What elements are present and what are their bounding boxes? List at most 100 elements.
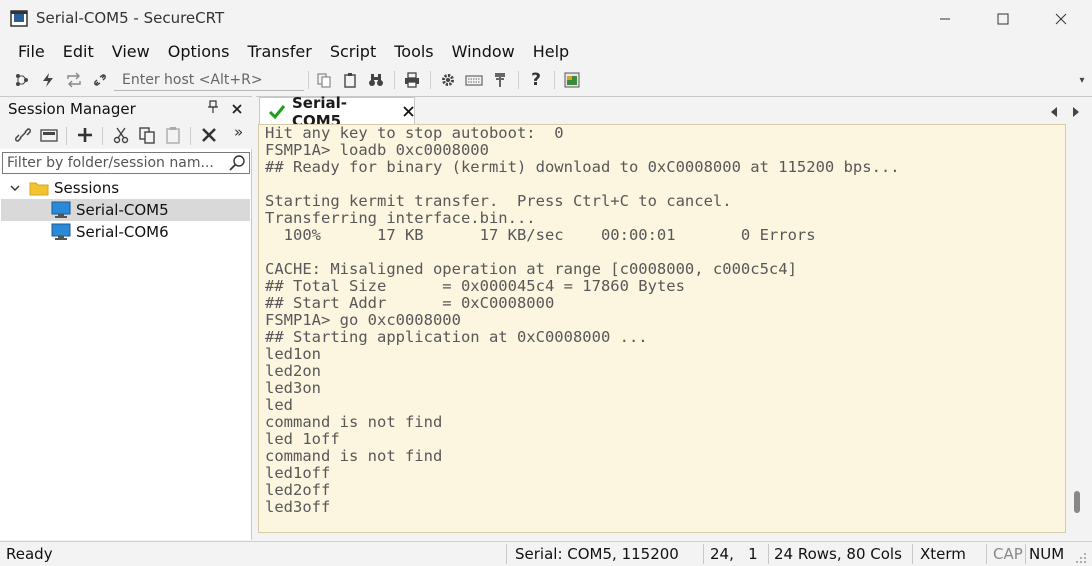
menu-transfer[interactable]: Transfer xyxy=(238,38,320,66)
status-bar: Ready Serial: COM5, 115200 24, 1 24 Rows… xyxy=(0,541,1092,566)
keymap-keyboard-icon[interactable] xyxy=(464,70,484,90)
close-button[interactable] xyxy=(1032,0,1090,38)
status-terminal-size: 24 Rows, 80 Cols xyxy=(774,545,902,563)
securecrt-app-icon xyxy=(10,10,28,27)
terminal-line: ## Ready for binary (kermit) download to… xyxy=(265,158,900,176)
terminal-line: led xyxy=(265,396,293,414)
add-session-icon[interactable] xyxy=(76,126,94,148)
find-binoculars-icon[interactable] xyxy=(366,70,386,90)
menu-options[interactable]: Options xyxy=(159,38,239,66)
terminal-screen[interactable]: Hit any key to stop autoboot: 0 FSMP1A> l… xyxy=(258,124,1066,533)
copy-icon[interactable] xyxy=(314,70,334,90)
session-manager-panel: Session Manager » Filter by folder/sessi… xyxy=(0,96,252,540)
status-separator xyxy=(768,544,769,564)
session-manager-title: Session Manager xyxy=(8,100,136,118)
menu-help[interactable]: Help xyxy=(524,38,578,66)
toolbar-separator xyxy=(430,71,431,89)
sftp-tool-icon[interactable] xyxy=(490,70,510,90)
terminal-line: led 1off xyxy=(265,430,340,448)
scrollbar-thumb[interactable] xyxy=(1074,491,1080,513)
quick-connect-icon[interactable] xyxy=(38,70,58,90)
terminal-scrollbar[interactable] xyxy=(1066,124,1088,533)
menu-view[interactable]: View xyxy=(103,38,159,66)
status-caps-lock: CAP xyxy=(993,545,1023,563)
terminal-line: led1on xyxy=(265,345,321,363)
status-separator xyxy=(703,544,704,564)
session-label: Serial-COM5 xyxy=(76,201,169,219)
terminal-line: command is not find xyxy=(265,447,443,465)
monitor-icon xyxy=(51,223,71,241)
pin-icon[interactable] xyxy=(207,100,219,118)
toolbar-overflow-chevron-icon[interactable]: ▾ xyxy=(1072,70,1092,90)
disconnect-icon[interactable] xyxy=(90,70,110,90)
paste-icon[interactable] xyxy=(340,70,360,90)
toolbar-separator xyxy=(518,71,519,89)
terminal-line: FSMP1A> loadb 0xc0008000 xyxy=(265,141,489,159)
session-tab-bar: Serial-COM5 xyxy=(256,94,1092,130)
terminal-line: led2off xyxy=(265,481,331,499)
toolbar-separator xyxy=(190,127,191,145)
connect-tree-icon[interactable] xyxy=(12,70,32,90)
terminal-line: led1off xyxy=(265,464,331,482)
tree-session-serial-com6[interactable]: Serial-COM6 xyxy=(1,221,250,243)
menu-bar: File Edit View Options Transfer Script T… xyxy=(0,38,1092,66)
session-options-icon[interactable] xyxy=(562,70,582,90)
tab-close-icon[interactable] xyxy=(403,106,414,117)
menu-tools[interactable]: Tools xyxy=(385,38,442,66)
folder-icon xyxy=(29,180,49,196)
session-manager-header: Session Manager xyxy=(0,97,252,121)
terminal-line: Hit any key to stop autoboot: 0 xyxy=(265,124,564,142)
status-ready: Ready xyxy=(6,545,53,563)
tab-serial-com5[interactable]: Serial-COM5 xyxy=(259,94,415,130)
tree-session-serial-com5[interactable]: Serial-COM5 xyxy=(1,199,250,221)
resize-grip-icon[interactable] xyxy=(1075,552,1087,564)
status-separator xyxy=(986,544,987,564)
overflow-chevron-icon[interactable]: » xyxy=(234,123,243,141)
terminal-line: CACHE: Misaligned operation at range [c0… xyxy=(265,260,797,278)
terminal-line: Transferring interface.bin... xyxy=(265,209,536,227)
session-tab-icon[interactable] xyxy=(40,127,58,147)
search-icon[interactable] xyxy=(228,154,246,176)
toolbar-separator xyxy=(66,127,67,145)
terminal-line: ## Total Size = 0x000045c4 = 17860 Bytes xyxy=(265,277,685,295)
terminal-line: ## Starting application at 0xC0008000 ..… xyxy=(265,328,648,346)
tab-scroll-right-icon[interactable] xyxy=(1072,104,1080,122)
maximize-icon xyxy=(997,13,1009,25)
print-icon[interactable] xyxy=(402,70,422,90)
paste-session-icon[interactable] xyxy=(164,126,182,148)
status-separator xyxy=(912,544,913,564)
status-terminal-type: Xterm xyxy=(920,545,966,563)
menu-window[interactable]: Window xyxy=(443,38,524,66)
menu-file[interactable]: File xyxy=(0,38,54,66)
maximize-button[interactable] xyxy=(974,0,1032,38)
session-filter-input[interactable] xyxy=(2,152,250,174)
tree-folder-sessions[interactable]: Sessions xyxy=(1,177,250,199)
minimize-button[interactable] xyxy=(916,0,974,38)
window-title: Serial-COM5 - SecureCRT xyxy=(36,9,225,27)
session-label: Serial-COM6 xyxy=(76,223,169,241)
reconnect-icon[interactable] xyxy=(64,70,84,90)
delete-session-icon[interactable] xyxy=(200,126,218,148)
menu-edit[interactable]: Edit xyxy=(54,38,103,66)
close-icon xyxy=(1055,13,1067,25)
terminal-output: Hit any key to stop autoboot: 0 FSMP1A> l… xyxy=(265,125,900,516)
settings-gear-icon[interactable] xyxy=(438,70,458,90)
close-panel-icon[interactable] xyxy=(231,101,243,119)
status-separator xyxy=(1025,544,1026,564)
help-question-icon[interactable]: ? xyxy=(526,70,546,90)
terminal-line: FSMP1A> go 0xc0008000 xyxy=(265,311,461,329)
chevron-down-icon[interactable] xyxy=(9,183,23,193)
enter-host-input[interactable] xyxy=(114,69,304,91)
toolbar-separator xyxy=(308,71,309,89)
tab-scroll-left-icon[interactable] xyxy=(1050,104,1058,122)
copy-session-icon[interactable] xyxy=(138,126,156,148)
link-icon[interactable] xyxy=(14,127,32,147)
main-toolbar: ? ▾ xyxy=(0,66,1092,94)
terminal-line: Starting kermit transfer. Press Ctrl+C t… xyxy=(265,192,732,210)
folder-label: Sessions xyxy=(54,179,120,197)
cut-icon[interactable] xyxy=(112,126,130,148)
monitor-icon xyxy=(51,201,71,219)
menu-script[interactable]: Script xyxy=(321,38,385,66)
